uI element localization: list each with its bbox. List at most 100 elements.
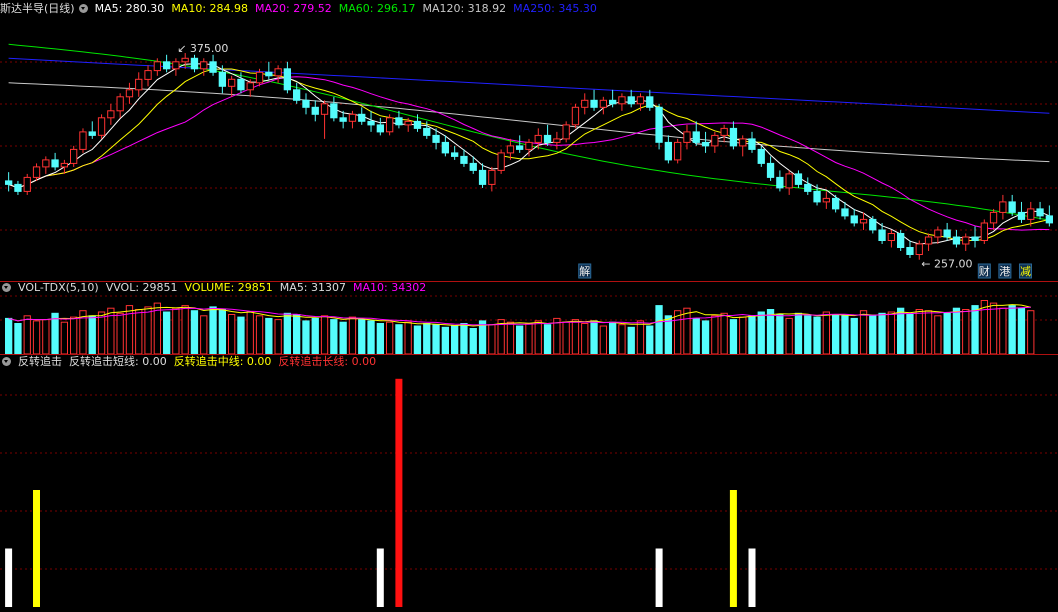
candle-body [859, 218, 868, 224]
indicator-panel: 反转追击 反转追击短线: 0.00 反转追击中线: 0.00 反转追击长线: 0.00 [0, 355, 1058, 612]
ma5-label: MA5: 280.30 [94, 2, 165, 15]
candle-body [1045, 215, 1053, 224]
candle-body [320, 103, 329, 115]
volume-bar [804, 315, 812, 355]
price-panel: 斯达半导(日线) MA5: 280.30 MA10: 284.98 MA20: 279… [0, 0, 1058, 281]
candle-body [581, 99, 589, 108]
volume-bar [339, 321, 347, 355]
candle-body [766, 162, 775, 178]
candle-body [832, 197, 840, 210]
price-chart[interactable]: ↙ 375.00 ← 257.00 解 财港减 [0, 0, 1058, 281]
volume-bar [943, 312, 951, 355]
candle-body [311, 106, 319, 115]
stock-title[interactable]: 斯达半导(日线) [0, 2, 75, 15]
candle-body [618, 96, 626, 105]
volume-bar [506, 321, 515, 355]
volume-bar [952, 307, 961, 355]
candle-body [70, 148, 78, 164]
volume-bar [488, 324, 496, 355]
volume-bar [320, 315, 329, 355]
candle-body [237, 78, 245, 91]
candle-body [562, 124, 570, 140]
candle-body [293, 89, 301, 101]
volume-bar [413, 325, 422, 355]
candle-body [79, 131, 87, 150]
candle-body [42, 159, 50, 168]
volume-bar [163, 311, 171, 355]
price-header: 斯达半导(日线) MA5: 280.30 MA10: 284.98 MA20: 279… [0, 1, 604, 17]
candle-body [395, 117, 403, 126]
volume-bar [330, 319, 338, 355]
candle-body [153, 61, 161, 72]
candle-body [701, 141, 710, 147]
volume-bar [265, 317, 273, 355]
candle-body [51, 159, 59, 168]
candle-body [924, 236, 933, 245]
volume-panel: VOL-TDX(5,10) VVOL: 29851 VOLUME: 29851 MA5… [0, 281, 1058, 355]
volume-bar [348, 316, 357, 355]
volume-bar [599, 325, 608, 355]
volume-bar [88, 315, 96, 355]
candle-body [265, 71, 273, 77]
candle-body [209, 61, 217, 73]
volume-bar [869, 315, 877, 355]
volume-bar [776, 314, 784, 355]
volume-bar [748, 315, 756, 355]
volume-bar [906, 314, 914, 355]
volume-bar [97, 311, 106, 355]
volume-bar [218, 309, 226, 355]
candle-body [302, 99, 310, 108]
candle-body [116, 96, 124, 112]
indicator-settings-icon[interactable] [2, 357, 11, 366]
candle-body [181, 57, 189, 63]
candle-body [980, 222, 989, 241]
candle-body [785, 173, 793, 189]
candle-body [348, 113, 357, 122]
volume-bar [23, 315, 31, 355]
volume-bar [525, 323, 533, 355]
candle-body [813, 190, 821, 203]
volume-bar [404, 321, 412, 355]
volume-bar [432, 324, 440, 355]
settings-dropdown-icon[interactable] [78, 4, 88, 13]
candle-body [683, 131, 691, 143]
volume-bar [367, 320, 375, 355]
volume-bar [832, 314, 840, 355]
candle-body [1008, 201, 1016, 213]
volume-bar [311, 317, 319, 355]
candle-body [506, 145, 515, 154]
short-signal-bar [376, 548, 384, 607]
short-signal-bar [5, 548, 13, 607]
candle-body [218, 71, 226, 87]
volume-bar [794, 312, 803, 355]
volume-bar [785, 317, 793, 355]
candle-body [32, 166, 41, 178]
volume-bar [451, 325, 459, 355]
volume-bar [209, 306, 217, 355]
candle-body [664, 141, 673, 161]
candle-body [943, 229, 951, 238]
event-marker-3: 减 [1020, 265, 1031, 278]
volume-bar [971, 305, 979, 355]
candle-body [14, 183, 22, 192]
ma20-label: MA20: 279.52 [255, 2, 332, 15]
indicator-header: 反转追击 反转追击短线: 0.00 反转追击中线: 0.00 反转追击长线: 0.00 [0, 354, 383, 370]
candle-body [1036, 208, 1044, 217]
volume-bar [571, 319, 580, 355]
short-signal-bar [655, 548, 663, 607]
candle-body [748, 138, 756, 150]
candle-body [989, 211, 998, 224]
volume-settings-icon[interactable] [2, 283, 11, 292]
candle-body [674, 141, 682, 161]
volume-bar [962, 309, 970, 355]
volume-bar [924, 310, 933, 355]
candle-body [358, 113, 366, 122]
candle-body [413, 120, 422, 129]
candle-body [144, 70, 152, 80]
candle-body [1017, 211, 1026, 220]
volume-bar [841, 315, 849, 355]
candle-body [23, 176, 31, 192]
volume-bar [441, 326, 450, 355]
indicator-chart[interactable] [0, 355, 1058, 612]
candle-body [330, 103, 338, 119]
